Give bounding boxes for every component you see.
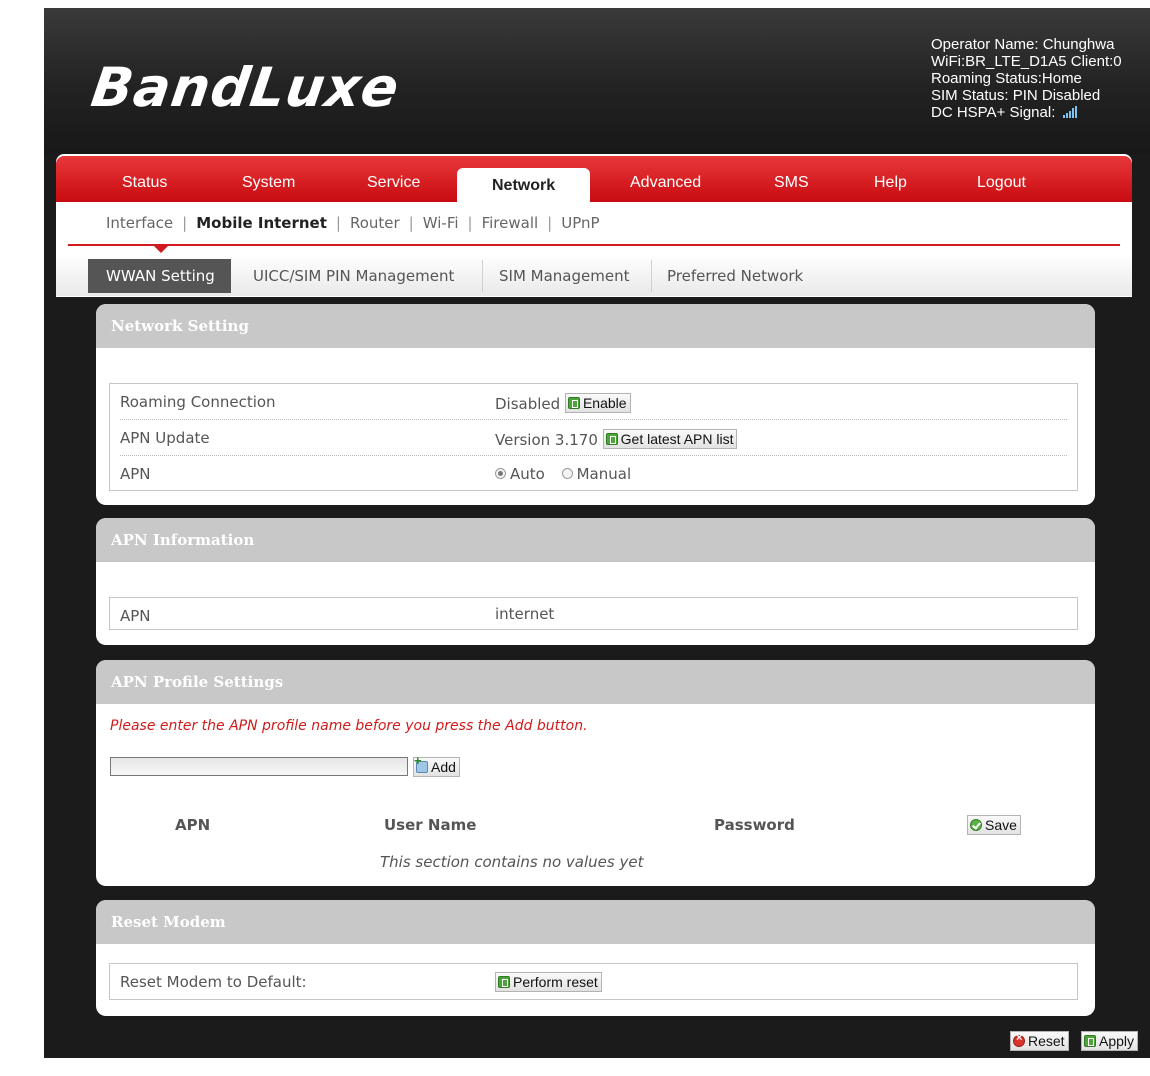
subtab-separator — [651, 260, 652, 292]
perform-reset-label: Perform reset — [513, 974, 598, 990]
sub-navigation: Interface | Mobile Internet | Router | Wi-Fi | F… — [106, 214, 600, 232]
subnav-separator: | — [335, 214, 341, 232]
main-tab-bar: Status System Service Network Advanced S… — [56, 156, 1132, 202]
network-setting-title: Network Setting — [96, 304, 1095, 348]
get-latest-apn-button[interactable]: Get latest APN list — [602, 429, 738, 449]
reset-modem-table: Reset Modem to Default: Perform reset — [109, 963, 1078, 1000]
subnav-interface[interactable]: Interface — [106, 214, 173, 232]
tab-status[interactable]: Status — [122, 174, 167, 192]
go-icon — [567, 397, 580, 409]
go-icon — [498, 976, 510, 988]
reset-button-label: Reset — [1028, 1033, 1065, 1049]
column-password: Password — [714, 816, 795, 834]
subnav-mobile-internet[interactable]: Mobile Internet — [196, 214, 327, 232]
subnav-upnp[interactable]: UPnP — [561, 214, 599, 232]
subtab-uicc-sim-pin[interactable]: UICC/SIM PIN Management — [253, 259, 454, 293]
apn-mode-options: Auto Manual — [495, 465, 631, 483]
apn-information-title: APN Information — [96, 518, 1095, 562]
apn-update-row: APN Update Version 3.170 Get latest APN … — [120, 420, 1067, 456]
apn-information-panel: APN Information APN internet — [96, 518, 1095, 645]
wifi-status: WiFi:BR_LTE_D1A5 Client:0 — [931, 53, 1122, 70]
apn-profile-panel: APN Profile Settings Please enter the AP… — [96, 660, 1095, 886]
operator-name: Operator Name: Chunghwa — [931, 36, 1115, 53]
subnav-separator: | — [408, 214, 414, 232]
enable-button[interactable]: Enable — [564, 393, 631, 413]
subnav-underline — [68, 244, 1120, 246]
tab-logout[interactable]: Logout — [977, 174, 1026, 192]
apn-mode-row: APN Auto Manual — [120, 456, 1067, 492]
tab-service[interactable]: Service — [367, 174, 420, 192]
apply-button-label: Apply — [1099, 1033, 1135, 1049]
tab-sms[interactable]: SMS — [774, 174, 809, 192]
subnav-separator: | — [547, 214, 553, 232]
add-button[interactable]: Add — [413, 753, 460, 777]
apn-info-label: APN — [120, 607, 151, 625]
apn-information-row: APN internet — [120, 598, 1067, 629]
subtab-sim-management[interactable]: SIM Management — [499, 259, 629, 293]
apn-update-label: APN Update — [120, 429, 210, 447]
reset-icon — [1013, 1032, 1025, 1047]
subtab-wwan-setting[interactable]: WWAN Setting — [88, 259, 231, 293]
subnav-firewall[interactable]: Firewall — [482, 214, 539, 232]
go-icon — [1084, 1035, 1096, 1047]
save-button[interactable]: Save — [967, 815, 1021, 835]
apn-mode-label: APN — [120, 465, 151, 483]
signal-label: DC HSPA+ Signal: — [931, 104, 1056, 121]
save-button-label: Save — [985, 817, 1017, 833]
navigation-area: Status System Service Network Advanced S… — [56, 154, 1132, 297]
check-icon — [970, 819, 982, 831]
network-setting-panel: Network Setting Roaming Connection Disab… — [96, 304, 1095, 505]
sim-status: SIM Status: PIN Disabled — [931, 87, 1101, 104]
reset-modem-label: Reset Modem to Default: — [120, 973, 307, 991]
apn-profile-hint: Please enter the APN profile name before… — [110, 718, 588, 734]
network-setting-table: Roaming Connection Disabled Enable APN U… — [109, 383, 1078, 491]
reset-modem-title: Reset Modem — [96, 900, 1095, 944]
apn-information-table: APN internet — [109, 597, 1078, 630]
reset-button[interactable]: Reset — [1010, 1031, 1069, 1051]
roaming-connection-value: Disabled Enable — [495, 393, 631, 413]
subnav-separator: | — [467, 214, 473, 232]
empty-table-message: This section contains no values yet — [380, 853, 644, 871]
column-user-name: User Name — [384, 816, 477, 834]
apn-profile-title: APN Profile Settings — [96, 660, 1095, 704]
reset-modem-action: Perform reset — [495, 972, 602, 992]
roaming-state: Disabled — [495, 395, 561, 413]
apn-version: Version 3.170 — [495, 431, 598, 449]
add-button-label: Add — [431, 759, 456, 775]
go-icon — [605, 433, 618, 445]
add-icon — [414, 753, 428, 773]
subnav-router[interactable]: Router — [350, 214, 400, 232]
subtab-separator — [482, 260, 483, 292]
signal-status: DC HSPA+ Signal: — [931, 104, 1150, 121]
sub-tab-bar: WWAN Setting UICC/SIM PIN Management SIM… — [56, 254, 1132, 296]
reset-modem-panel: Reset Modem Reset Modem to Default: Perf… — [96, 900, 1095, 1016]
apn-info-value: internet — [495, 605, 555, 623]
active-pointer-icon — [154, 246, 168, 253]
subnav-wifi[interactable]: Wi-Fi — [423, 214, 459, 232]
apn-auto-radio[interactable] — [495, 468, 506, 479]
apply-button[interactable]: Apply — [1081, 1031, 1139, 1051]
perform-reset-button[interactable]: Perform reset — [495, 972, 602, 992]
signal-strength-icon — [1062, 106, 1077, 118]
bandluxe-logo: BandLuxe — [87, 56, 404, 119]
apn-manual-radio[interactable] — [561, 468, 573, 479]
tab-system[interactable]: System — [242, 174, 295, 192]
apn-auto-label: Auto — [510, 465, 545, 483]
tab-advanced[interactable]: Advanced — [630, 174, 701, 192]
reset-modem-row: Reset Modem to Default: Perform reset — [120, 964, 1067, 999]
enable-button-label: Enable — [582, 395, 627, 411]
apn-manual-label: Manual — [576, 465, 632, 483]
apn-update-value: Version 3.170 Get latest APN list — [495, 429, 738, 449]
get-latest-apn-label: Get latest APN list — [620, 431, 734, 447]
roaming-connection-label: Roaming Connection — [120, 393, 276, 411]
column-apn: APN — [175, 816, 211, 834]
status-box: Operator Name: Chunghwa WiFi:BR_LTE_D1A5… — [931, 36, 1150, 121]
tab-help[interactable]: Help — [874, 174, 907, 192]
subtab-preferred-network[interactable]: Preferred Network — [667, 259, 803, 293]
roaming-connection-row: Roaming Connection Disabled Enable — [120, 384, 1067, 420]
subnav-separator: | — [182, 214, 188, 232]
roaming-status: Roaming Status:Home — [931, 70, 1082, 87]
apn-profile-name-input[interactable] — [110, 757, 408, 776]
tab-network[interactable]: Network — [457, 168, 591, 202]
